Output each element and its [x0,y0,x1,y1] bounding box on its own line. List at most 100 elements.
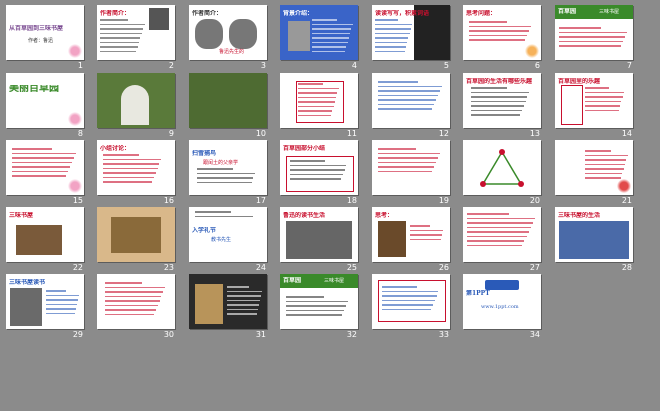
slide-thumbnail-cell[interactable]: 思考： 26 [372,207,450,273]
slide-thumbnail-cell[interactable]: 三味书屋读书 29 [6,274,84,340]
slide-thumbnail[interactable] [97,73,175,128]
slide-number: 25 [346,263,357,272]
slide-thumbnail-cell[interactable]: 美丽百草园 8 [6,73,84,139]
slide-subtitle: 鲁迅先生的 [219,49,245,55]
text-lines [227,286,263,318]
slide-thumbnail[interactable]: 三味书屋 [6,207,84,262]
slide-number: 19 [438,196,449,205]
slide-thumbnail[interactable]: 思考问题： [463,5,541,60]
slide-thumbnail[interactable]: 第1PPT www.1ppt.com [463,274,541,329]
slide-thumbnail-cell[interactable]: 读读写写，积累词语 5 [372,5,450,71]
slide-title: 作者简介： [192,10,223,17]
slide-thumbnail[interactable]: 从百草园到三味书屋 作者：鲁迅 [6,5,84,60]
slide-thumbnail-cell[interactable]: 11 [280,73,358,139]
text-lines [46,290,80,317]
slide-thumbnail[interactable] [6,140,84,195]
slide-thumbnail[interactable]: 百草园里的乐趣 [555,73,633,128]
slide-grid: 从百草园到三味书屋 作者：鲁迅 1 作者简介： 2 作者简介： 鲁迅先生的 3 背景介绍： 4 读读… [6,5,656,405]
slide-number: 11 [346,129,357,138]
text-lines [197,168,257,186]
slide-thumbnail-cell[interactable]: 31 [189,274,267,340]
text-lines [471,87,531,119]
slide-thumbnail[interactable] [97,274,175,329]
slide-thumbnail[interactable] [372,274,450,329]
slide-thumbnail[interactable]: 读读写写，积累词语 [372,5,450,60]
slide-thumbnail-cell[interactable]: 作者简介： 鲁迅先生的 3 [189,5,267,71]
slide-thumbnail-cell[interactable]: 百草园 三味书屋 32 [280,274,358,340]
slide-number: 21 [621,196,632,205]
slide-thumbnail[interactable] [280,73,358,128]
slide-thumbnail[interactable] [372,73,450,128]
slide-thumbnail-cell[interactable]: 百草园 三味书屋 7 [555,5,633,71]
slide-thumbnail-cell[interactable]: 小组讨论： 16 [97,140,175,206]
slide-subtitle: 教书先生 [211,237,232,243]
slide-number: 32 [346,330,357,339]
slide-thumbnail[interactable] [189,73,267,128]
slide-thumbnail[interactable] [189,274,267,329]
slide-thumbnail-cell[interactable]: 15 [6,140,84,206]
slide-thumbnail[interactable]: 思考： [372,207,450,262]
slide-photo [195,284,223,324]
slide-thumbnail[interactable] [372,140,450,195]
slide-thumbnail-cell[interactable]: 21 [555,140,633,206]
slide-thumbnail[interactable] [463,140,541,195]
slide-thumbnail[interactable]: 百草园部分小结 [280,140,358,195]
garden-gate-photo [121,85,149,125]
slide-thumbnail-cell[interactable]: 三味书屋的生活 28 [555,207,633,273]
slide-thumbnail-cell[interactable]: 33 [372,274,450,340]
slide-thumbnail[interactable]: 小组讨论： [97,140,175,195]
slide-thumbnail[interactable] [97,207,175,262]
slide-thumbnail[interactable] [463,207,541,262]
slide-thumbnail-cell[interactable]: 从百草园到三味书屋 作者：鲁迅 1 [6,5,84,71]
slide-thumbnail[interactable]: 百草园的生活有哪些乐趣 [463,73,541,128]
slide-thumbnail-cell[interactable]: 23 [97,207,175,273]
slide-thumbnail-cell[interactable]: 鲁迅的读书生活 25 [280,207,358,273]
slide-number: 6 [534,61,540,70]
slide-number: 1 [77,61,83,70]
slide-thumbnail-cell[interactable]: 三味书屋 22 [6,207,84,273]
slide-thumbnail[interactable]: 背景介绍： [280,5,358,60]
slide-thumbnail[interactable]: 入学礼节 教书先生 [189,207,267,262]
slide-thumbnail[interactable] [555,140,633,195]
slide-thumbnail-cell[interactable]: 30 [97,274,175,340]
slide-thumbnail[interactable]: 百草园 三味书屋 [280,274,358,329]
text-lines [290,160,348,183]
slide-photo [378,221,406,257]
slide-thumbnail-cell[interactable]: 12 [372,73,450,139]
slide-thumbnail[interactable]: 三味书屋读书 [6,274,84,329]
slide-title: 小组讨论： [100,145,131,152]
slide-thumbnail-cell[interactable]: 20 [463,140,541,206]
slide-thumbnail[interactable]: 作者简介： [97,5,175,60]
slide-thumbnail-cell[interactable]: 入学礼节 教书先生 24 [189,207,267,273]
slide-number: 23 [163,263,174,272]
slide-thumbnail[interactable]: 作者简介： 鲁迅先生的 [189,5,267,60]
slide-number: 8 [77,129,83,138]
slide-thumbnail[interactable]: 扫雪捕鸟 跟闰土的父亲学 [189,140,267,195]
slide-thumbnail-cell[interactable]: 思考问题： 6 [463,5,541,71]
slide-thumbnail-cell[interactable]: 背景介绍： 4 [280,5,358,71]
slide-thumbnail[interactable]: 百草园 三味书屋 [555,5,633,60]
slide-title: 作者简介： [100,10,131,17]
slide-thumbnail-cell[interactable]: 27 [463,207,541,273]
slide-number: 20 [529,196,540,205]
slide-thumbnail-cell[interactable]: 百草园里的乐趣 14 [555,73,633,139]
slide-thumbnail[interactable]: 美丽百草园 [6,73,84,128]
slide-thumbnail-cell[interactable]: 百草园的生活有哪些乐趣 13 [463,73,541,139]
slide-thumbnail-cell[interactable]: 19 [372,140,450,206]
slide-thumbnail-cell[interactable]: 扫雪捕鸟 跟闰土的父亲学 17 [189,140,267,206]
flower-decoration-icon [617,179,631,193]
slide-number: 27 [529,263,540,272]
text-lines [585,87,625,114]
slide-thumbnail-cell[interactable]: 10 [189,73,267,139]
slide-thumbnail-cell[interactable]: 作者简介： 2 [97,5,175,71]
text-lines [469,21,533,44]
slide-photo [286,221,352,259]
slide-thumbnail-cell[interactable]: 百草园部分小结 18 [280,140,358,206]
slide-thumbnail-cell[interactable]: 第1PPT www.1ppt.com 34 [463,274,541,340]
slide-title: 三味书屋读书 [9,279,46,286]
slide-thumbnail-cell[interactable]: 9 [97,73,175,139]
slide-thumbnail[interactable]: 鲁迅的读书生活 [280,207,358,262]
slide-number: 13 [529,129,540,138]
slide-thumbnail[interactable]: 三味书屋的生活 [555,207,633,262]
text-lines [195,211,255,220]
